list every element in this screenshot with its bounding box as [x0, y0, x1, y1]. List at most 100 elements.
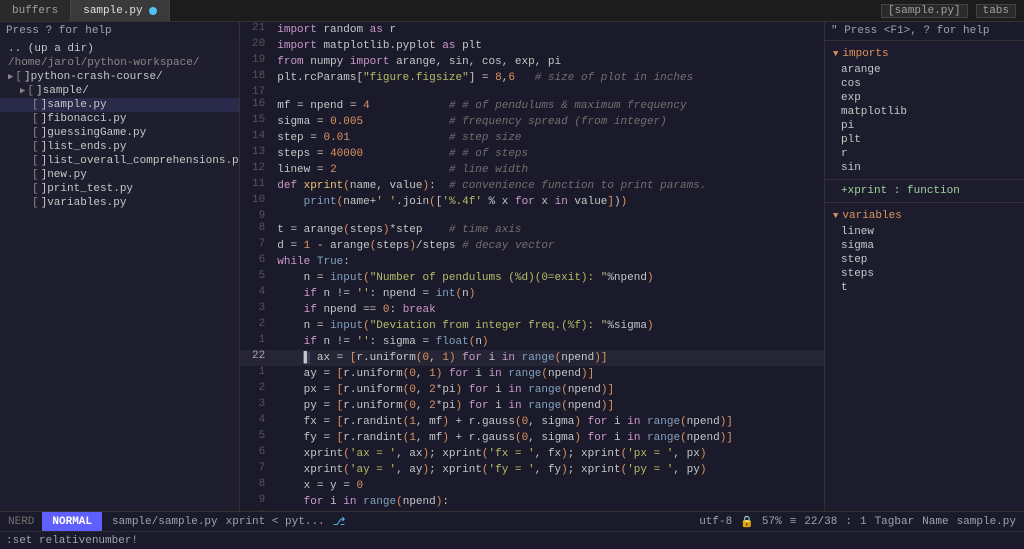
tree-bracket-var: [ [32, 197, 39, 209]
tree-bracket-open-crash: [ [15, 71, 22, 83]
tree-arrow-crash: ▶ [8, 72, 13, 82]
command-line[interactable]: :set relativenumber! [0, 531, 1024, 549]
var-t[interactable]: t [825, 281, 1024, 295]
tree-bracket-fib: [ [32, 113, 39, 125]
tree-list-ends-label: ]list_ends.py [41, 141, 127, 153]
tree-new[interactable]: [ ]new.py [0, 168, 239, 182]
tree-print-label: ]print_test.py [41, 183, 133, 195]
tree-guessing-game[interactable]: [ ]guessingGame.py [0, 126, 239, 140]
tree-list-comprehensions[interactable]: [ ]list_overall_comprehensions.py [0, 154, 239, 168]
tree-guessing-label: ]guessingGame.py [41, 127, 147, 139]
code-line-3b: 3 py = [r.uniform(0, 2*pi) for i in rang… [240, 398, 824, 414]
tree-bracket-sample-py: [ [32, 99, 39, 111]
import-pi[interactable]: pi [825, 119, 1024, 133]
tree-python-crash-course[interactable]: ▶ [ ]python-crash-course/ [0, 70, 239, 84]
status-branch-icon: ⎇ [333, 515, 346, 529]
tab-buffers-label: buffers [12, 5, 58, 17]
code-line-3: 3 if npend == 0: break [240, 302, 824, 318]
variables-label: variables [842, 210, 901, 222]
status-file-path: sample/sample.py [112, 516, 218, 528]
status-colon: : [845, 516, 852, 528]
code-line-9: 9 [240, 210, 824, 222]
tab-bar-right: [sample.py] tabs [881, 4, 1024, 18]
tree-sample-py-label: ]sample.py [41, 99, 107, 111]
tree-fibonacci-label: ]fibonacci.py [41, 113, 127, 125]
tree-sample-dir[interactable]: ▶ [ ]sample/ [0, 84, 239, 98]
tree-bracket-list-comp: [ [32, 155, 39, 167]
import-plt[interactable]: plt [825, 133, 1024, 147]
tab-bar-left: buffers sample.py [0, 0, 170, 21]
tree-crash-label: ]python-crash-course/ [24, 71, 163, 83]
status-filename: sample.py [957, 516, 1016, 528]
imports-label: imports [842, 48, 888, 60]
code-lines: 21 import random as r 20 import matplotl… [240, 22, 824, 511]
code-line-7b: 7 xprint('ay = ', ay); xprint('fy = ', f… [240, 462, 824, 478]
status-lock-icon: 🔒 [740, 515, 754, 529]
tree-bracket-list-ends: [ [32, 141, 39, 153]
var-step[interactable]: step [825, 253, 1024, 267]
status-bar: NERD NORMAL sample/sample.py xprint < py… [0, 511, 1024, 531]
code-line-11: 11 def xprint(name, value): # convenienc… [240, 178, 824, 194]
tree-new-label: ]new.py [41, 169, 87, 181]
code-line-2: 2 n = input("Deviation from integer freq… [240, 318, 824, 334]
code-line-13: 13 steps = 40000 # # of steps [240, 146, 824, 162]
file-tree-panel: Press ? for help .. (up a dir) /home/jar… [0, 22, 240, 511]
code-content[interactable]: 21 import random as r 20 import matplotl… [240, 22, 824, 511]
code-panel[interactable]: 21 import random as r 20 import matplotl… [240, 22, 824, 511]
tab-buffers[interactable]: buffers [0, 0, 71, 21]
status-position: 22/38 [804, 516, 837, 528]
code-line-15: 15 sigma = 0.005 # frequency spread (fro… [240, 114, 824, 130]
tree-variables[interactable]: [ ]variables.py [0, 196, 239, 210]
status-name-label: Name [922, 516, 948, 528]
code-line-8b: 8 x = y = 0 [240, 478, 824, 494]
status-equals: ≡ [790, 516, 797, 528]
tree-bracket-guess: [ [32, 127, 39, 139]
var-sigma[interactable]: sigma [825, 239, 1024, 253]
variables-triangle-icon: ▼ [833, 211, 838, 221]
status-col: 1 [860, 516, 867, 528]
code-line-12: 12 linew = 2 # line width [240, 162, 824, 178]
import-sin[interactable]: sin [825, 161, 1024, 175]
import-exp[interactable]: exp [825, 91, 1024, 105]
var-steps[interactable]: steps [825, 267, 1024, 281]
tree-list-ends[interactable]: [ ]list_ends.py [0, 140, 239, 154]
right-divider-2 [825, 202, 1024, 203]
import-r[interactable]: r [825, 147, 1024, 161]
file-tree-content[interactable]: .. (up a dir) /home/jarol/python-workspa… [0, 40, 239, 511]
imports-triangle-icon: ▼ [833, 49, 838, 59]
code-line-5b: 5 fy = [r.randint(1, mf) + r.gauss(0, si… [240, 430, 824, 446]
xprint-function-label: +xprint : function [841, 185, 960, 197]
code-line-19: 19 from numpy import arange, sin, cos, e… [240, 54, 824, 70]
tree-sample-py[interactable]: [ ]sample.py [0, 98, 239, 112]
code-line-5: 5 n = input("Number of pendulums (%d)(0=… [240, 270, 824, 286]
tree-bracket-new: [ [32, 169, 39, 181]
code-line-17: 17 [240, 86, 824, 98]
code-line-22-current: 22 ▌ ax = [r.uniform(0, 1) for i in rang… [240, 350, 824, 366]
tab-active-dot [149, 7, 157, 15]
tree-bracket-print: [ [32, 183, 39, 195]
code-line-8: 8 t = arange(steps)*step # time axis [240, 222, 824, 238]
tree-up-dir[interactable]: .. (up a dir) [0, 42, 239, 56]
code-line-10: 10 print(name+' '.join(['%.4f' % x for x… [240, 194, 824, 210]
status-percent: 57% [762, 516, 782, 528]
status-tagbar: Tagbar [875, 516, 915, 528]
xprint-function-item[interactable]: +xprint : function [825, 184, 1024, 198]
var-linew[interactable]: linew [825, 225, 1024, 239]
tree-fibonacci[interactable]: [ ]fibonacci.py [0, 112, 239, 126]
tab-sample-py[interactable]: sample.py [71, 0, 169, 21]
status-right-section: utf-8 🔒 57% ≡ 22/38 : 1 Tagbar Name samp… [691, 515, 1024, 529]
tab-right-tabs: tabs [976, 4, 1016, 18]
tree-variables-label: ]variables.py [41, 197, 127, 209]
right-panel-header: " Press <F1>, ? for help [825, 22, 1024, 41]
tree-print-test[interactable]: [ ]print_test.py [0, 182, 239, 196]
tree-workspace-label: /home/jarol/python-workspace/ [8, 57, 199, 69]
code-line-1: 1 if n != '': sigma = float(n) [240, 334, 824, 350]
code-line-21: 21 import random as r [240, 22, 824, 38]
import-arange[interactable]: arange [825, 63, 1024, 77]
import-matplotlib[interactable]: matplotlib [825, 105, 1024, 119]
import-cos[interactable]: cos [825, 77, 1024, 91]
tab-sample-py-label: sample.py [83, 5, 142, 17]
tree-arrow-sample-dir: ▶ [20, 86, 25, 96]
status-encoding: utf-8 [699, 516, 732, 528]
tab-bar: buffers sample.py [sample.py] tabs [0, 0, 1024, 22]
